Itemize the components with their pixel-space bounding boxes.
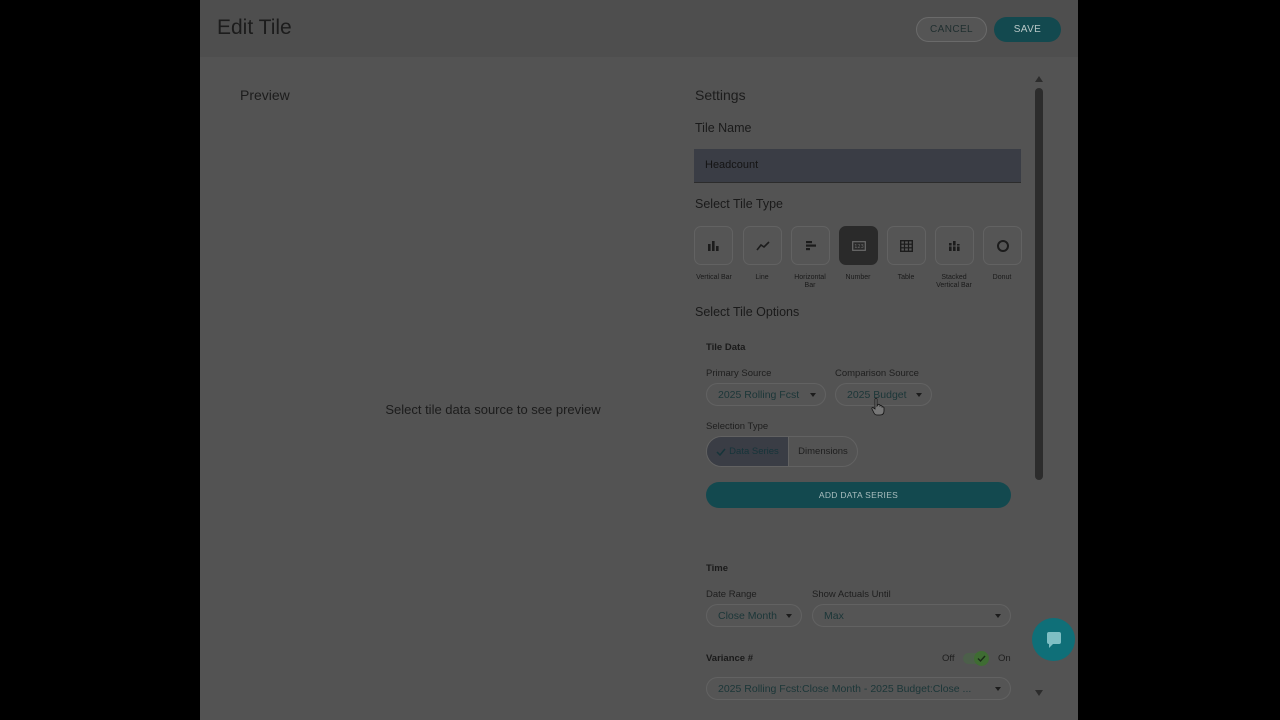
- tile-type-donut[interactable]: [983, 226, 1022, 265]
- chevron-down-icon: [810, 393, 816, 397]
- chevron-down-icon: [995, 614, 1001, 618]
- check-icon: [716, 448, 726, 456]
- chevron-down-icon: [786, 614, 792, 618]
- preview-empty-message: Select tile data source to see preview: [385, 402, 601, 417]
- chat-bubble-icon: [1046, 631, 1061, 648]
- donut-icon: [996, 239, 1009, 252]
- tile-type-line[interactable]: [743, 226, 782, 265]
- primary-source-value: 2025 Rolling Fcst: [718, 388, 800, 401]
- preview-title: Preview: [240, 87, 290, 103]
- primary-source-label: Primary Source: [706, 368, 772, 379]
- variance-value: 2025 Rolling Fcst:Close Month - 2025 Bud…: [718, 682, 972, 695]
- dialog-title: Edit Tile: [217, 16, 292, 39]
- tile-type-horizontal-bar[interactable]: [791, 226, 830, 265]
- scroll-down-arrow-icon[interactable]: [1035, 690, 1043, 696]
- variance-toggle-knob[interactable]: [974, 651, 989, 666]
- tile-type-label: Select Tile Type: [695, 197, 784, 211]
- chat-button[interactable]: [1032, 618, 1075, 661]
- date-range-label: Date Range: [706, 589, 757, 600]
- settings-title: Settings: [695, 87, 746, 103]
- cancel-button[interactable]: CANCEL: [916, 17, 987, 42]
- selection-data-series[interactable]: Data Series: [707, 437, 789, 466]
- tile-type-stacked-vertical-bar[interactable]: [935, 226, 974, 265]
- tile-name-label: Tile Name: [695, 121, 752, 135]
- toggle-off-label: Off: [942, 653, 955, 664]
- show-actuals-value: Max: [824, 609, 844, 622]
- date-range-value: Close Month: [718, 609, 777, 622]
- time-title: Time: [706, 563, 729, 574]
- show-actuals-dropdown[interactable]: Max: [812, 604, 1011, 627]
- save-button[interactable]: SAVE: [994, 17, 1061, 42]
- primary-source-dropdown[interactable]: 2025 Rolling Fcst: [706, 383, 826, 406]
- vertical-bar-icon: [708, 241, 719, 251]
- selection-data-series-label: Data Series: [729, 446, 779, 457]
- variance-dropdown[interactable]: 2025 Rolling Fcst:Close Month - 2025 Bud…: [706, 677, 1011, 700]
- tile-type-number[interactable]: 123: [839, 226, 878, 265]
- chevron-down-icon: [995, 687, 1001, 691]
- comparison-source-label: Comparison Source: [835, 368, 919, 379]
- date-range-dropdown[interactable]: Close Month: [706, 604, 802, 627]
- tile-type-table[interactable]: [887, 226, 926, 265]
- selection-type-toggle: Data Series Dimensions: [706, 436, 858, 467]
- horizontal-bar-icon: [805, 241, 816, 251]
- stacked-bar-icon: [948, 241, 961, 251]
- selection-dimensions-label: Dimensions: [798, 446, 848, 457]
- tile-name-input[interactable]: Headcount: [694, 149, 1021, 183]
- tile-data-title: Tile Data: [706, 342, 746, 353]
- show-actuals-label: Show Actuals Until: [812, 589, 891, 600]
- chevron-down-icon: [916, 393, 922, 397]
- scroll-up-arrow-icon[interactable]: [1035, 76, 1043, 82]
- check-icon: [977, 655, 986, 662]
- hand-cursor-icon: [871, 398, 885, 416]
- tile-options-label: Select Tile Options: [695, 305, 800, 319]
- edit-tile-dialog: Edit Tile CANCEL SAVE Preview Select til…: [200, 0, 1078, 720]
- tile-type-vertical-bar[interactable]: [694, 226, 733, 265]
- selection-type-label: Selection Type: [706, 421, 769, 432]
- table-icon: [900, 239, 913, 252]
- line-chart-icon: [755, 240, 770, 250]
- toggle-on-label: On: [998, 653, 1011, 664]
- svg-text:123: 123: [854, 244, 864, 250]
- number-icon: 123: [851, 240, 866, 251]
- selection-dimensions[interactable]: Dimensions: [789, 437, 857, 466]
- tile-name-value: Headcount: [705, 159, 759, 171]
- settings-scrollbar[interactable]: [1035, 88, 1043, 480]
- dialog-header: Edit Tile CANCEL SAVE: [200, 0, 1078, 57]
- tile-type-label-donut: Donut: [992, 274, 1012, 281]
- variance-label: Variance #: [706, 653, 754, 664]
- add-data-series-button[interactable]: ADD DATA SERIES: [706, 482, 1011, 508]
